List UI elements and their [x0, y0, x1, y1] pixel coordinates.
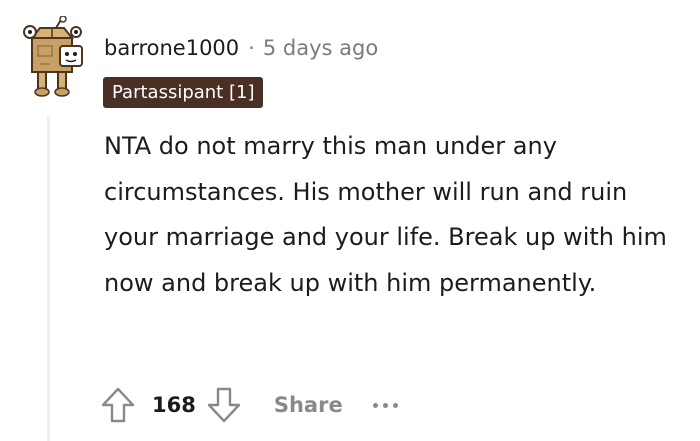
more-options-icon	[392, 402, 398, 408]
thread-line[interactable]	[47, 116, 50, 441]
more-options-button[interactable]	[372, 390, 398, 420]
user-flair-badge: Partassipant [1]	[103, 77, 264, 108]
downvote-arrow-icon	[207, 387, 241, 423]
timestamp-link[interactable]: 5 days ago	[263, 36, 378, 60]
meta-separator: ·	[248, 36, 255, 60]
more-options-icon	[382, 402, 388, 408]
more-options-icon	[372, 402, 378, 408]
vote-score: 168	[152, 393, 196, 417]
snoo-box-avatar-icon	[23, 15, 83, 97]
avatar[interactable]	[20, 15, 90, 98]
comment: barrone1000 · 5 days ago Partassipant [1…	[0, 0, 700, 441]
comment-body: NTA do not marry this man under any circ…	[104, 132, 667, 297]
comment-header: barrone1000 · 5 days ago	[104, 30, 378, 66]
comment-actions: 168 Share	[96, 382, 398, 428]
downvote-button[interactable]	[202, 383, 246, 427]
upvote-arrow-icon	[101, 387, 135, 423]
username-link[interactable]: barrone1000	[104, 36, 239, 60]
upvote-button[interactable]	[96, 383, 140, 427]
share-button[interactable]: Share	[274, 393, 343, 417]
